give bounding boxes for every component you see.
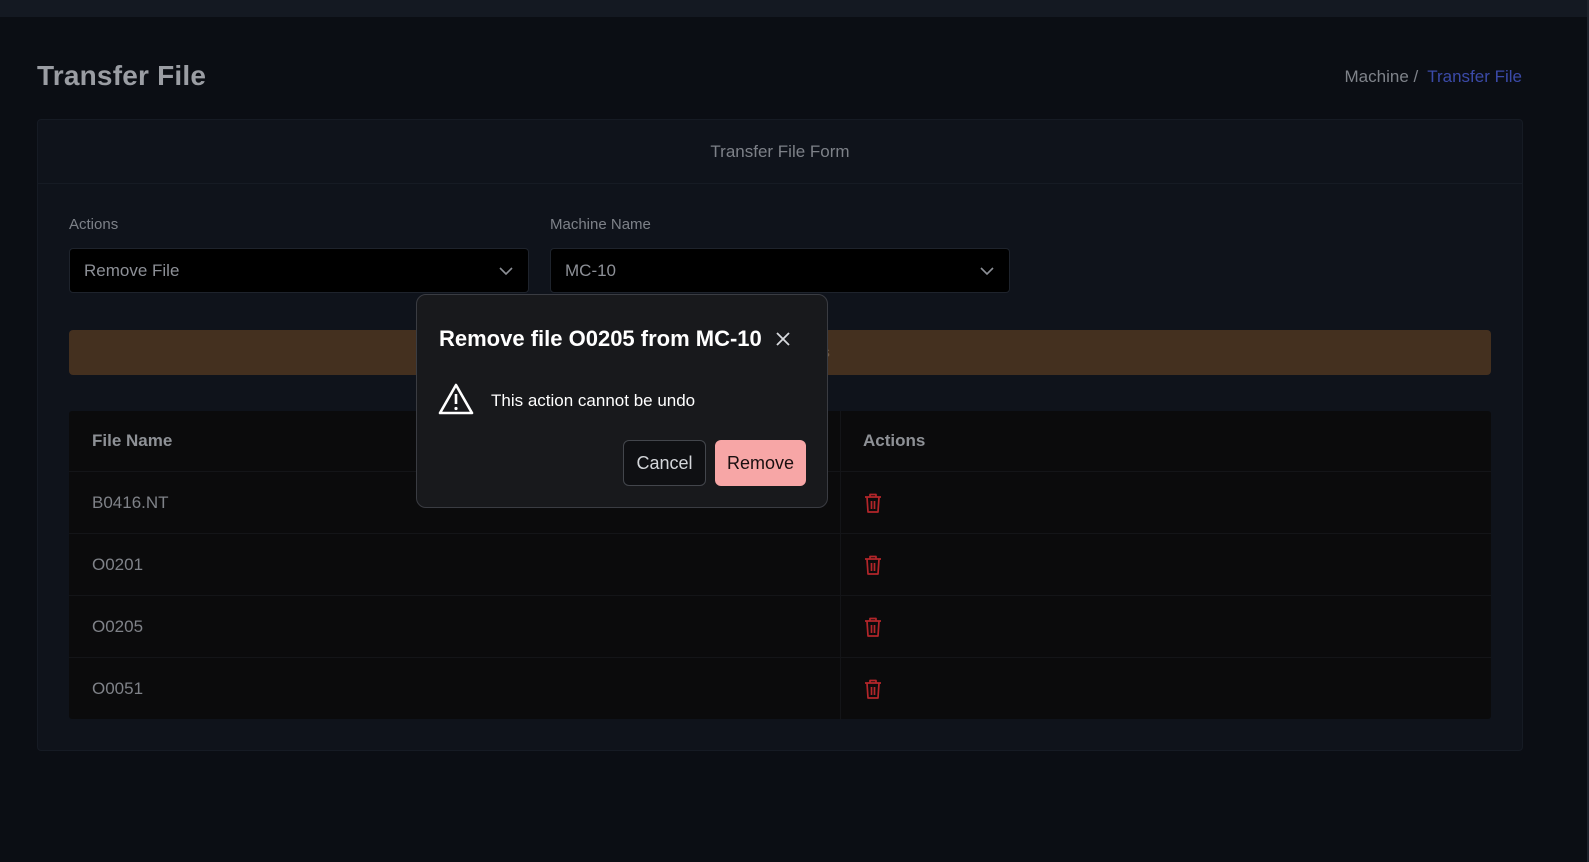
table-row: O0201	[69, 534, 1491, 596]
cancel-button[interactable]: Cancel	[623, 440, 706, 486]
file-name-cell: O0201	[69, 534, 841, 595]
header-actions: Actions	[863, 431, 926, 450]
file-name-cell: O0051	[69, 658, 841, 720]
dialog-message: This action cannot be undo	[491, 391, 696, 410]
table-row: O0205	[69, 596, 1491, 658]
breadcrumb-machine[interactable]: Machine /	[1345, 67, 1419, 87]
top-bar	[0, 0, 1589, 17]
trash-icon[interactable]	[863, 678, 883, 700]
file-name-cell: O0205	[69, 596, 841, 657]
table-row: O0051	[69, 658, 1491, 720]
chevron-down-icon	[980, 267, 994, 276]
page-title: Transfer File	[37, 60, 207, 91]
remove-button[interactable]: Remove	[715, 440, 806, 486]
machine-name-select[interactable]: MC-10	[550, 248, 1010, 293]
actions-select[interactable]: Remove File	[69, 248, 529, 293]
actions-label: Actions	[69, 216, 119, 233]
trash-icon[interactable]	[863, 554, 883, 576]
trash-icon[interactable]	[863, 616, 883, 638]
trash-icon[interactable]	[863, 492, 883, 514]
breadcrumb-transfer-file[interactable]: Transfer File	[1427, 67, 1522, 87]
actions-select-value: Remove File	[84, 260, 180, 280]
machine-name-select-value: MC-10	[565, 260, 617, 280]
breadcrumb: Machine / Transfer File	[1345, 67, 1522, 87]
dialog-title: Remove file O0205 from MC-10	[439, 326, 762, 351]
chevron-down-icon	[499, 267, 513, 276]
remove-file-dialog: Remove file O0205 from MC-10 This action…	[416, 294, 828, 508]
card-title: Transfer File Form	[38, 120, 1522, 184]
machine-name-label: Machine Name	[550, 216, 651, 233]
close-icon[interactable]	[774, 330, 792, 348]
warning-icon	[438, 383, 474, 415]
